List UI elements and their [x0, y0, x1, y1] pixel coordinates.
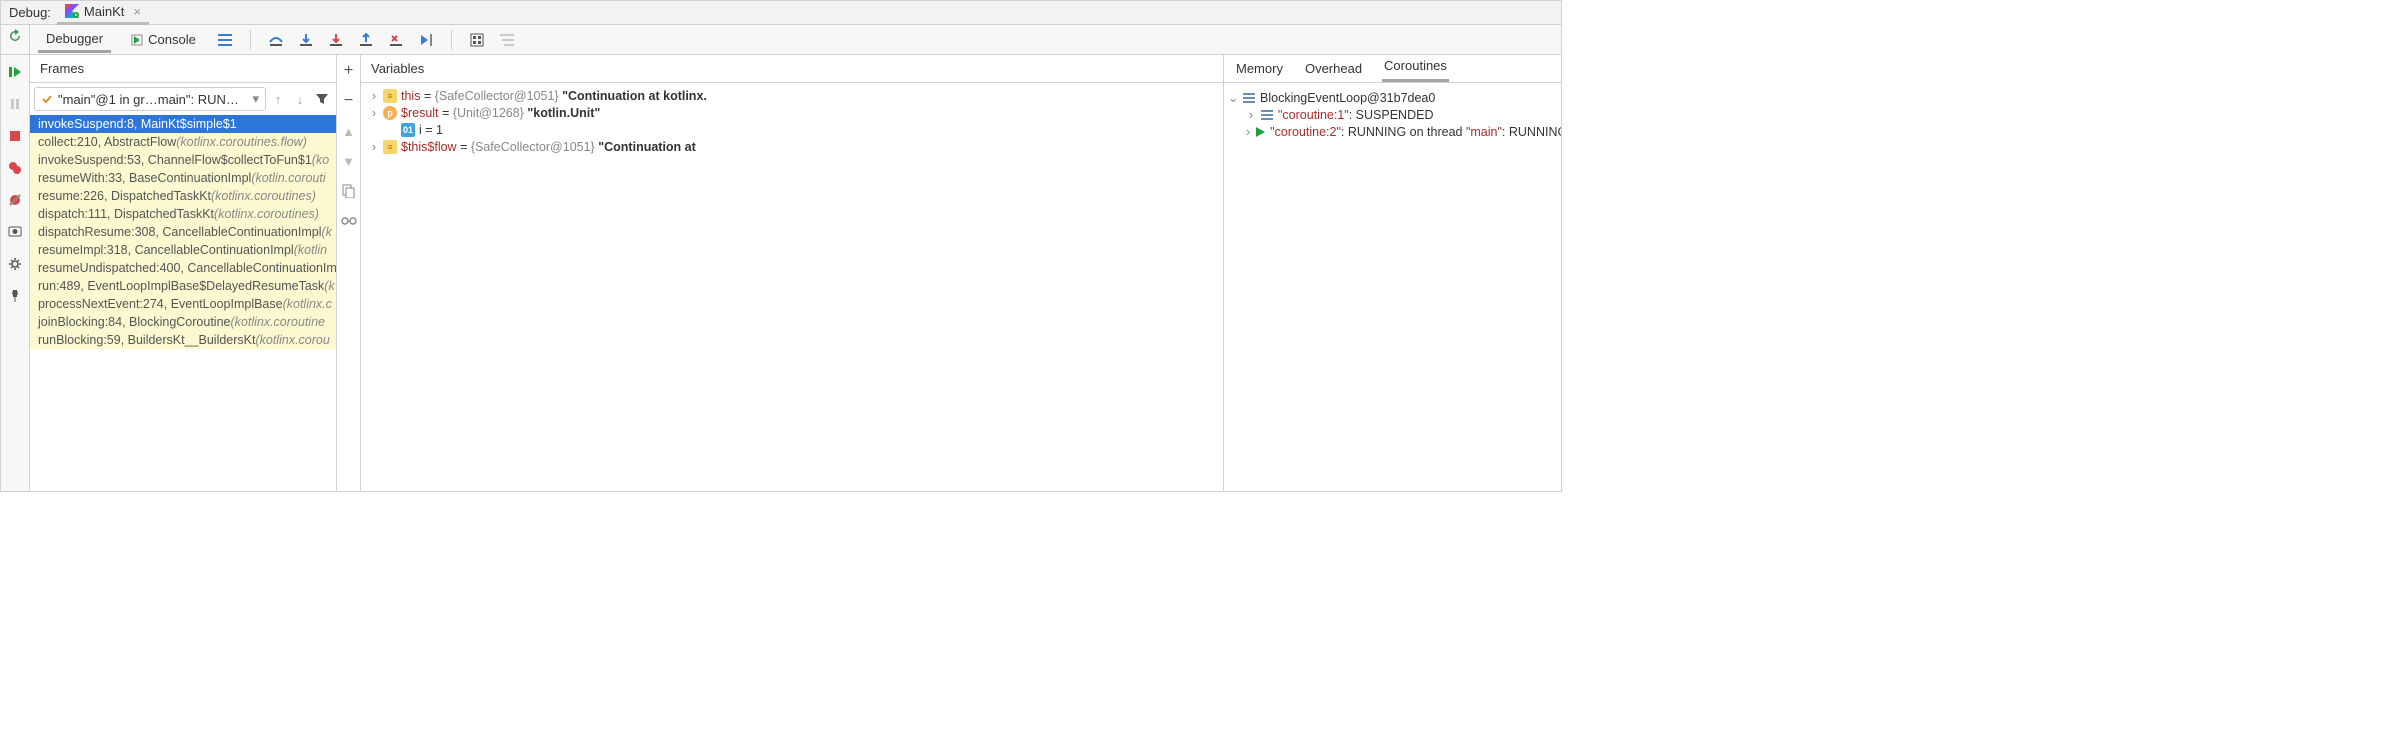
- variables-tree[interactable]: ›≡this = {SafeCollector@1051} "Continuat…: [361, 83, 1223, 491]
- session-toolbar: [1, 55, 30, 491]
- debug-label: Debug:: [9, 5, 51, 20]
- frames-controls: "main"@1 in gr…main": RUNNING ▾ ↑ ↓: [30, 83, 336, 115]
- frame-row[interactable]: dispatch:111, DispatchedTaskKt (kotlinx.…: [30, 205, 336, 223]
- stack-icon: [1260, 108, 1274, 122]
- run-config-name: MainKt: [84, 4, 124, 19]
- variable-row[interactable]: ›≡$this$flow = {SafeCollector@1051} "Con…: [369, 138, 1215, 155]
- frame-row[interactable]: invokeSuspend:53, ChannelFlow$collectToF…: [30, 151, 336, 169]
- frame-row[interactable]: runBlocking:59, BuildersKt__BuildersKt (…: [30, 331, 336, 349]
- coroutine-root[interactable]: ⌄ BlockingEventLoop@31b7dea0: [1228, 89, 1557, 106]
- obj-icon: ≡: [383, 140, 397, 154]
- kotlin-icon: [65, 4, 79, 18]
- main-area: Frames "main"@1 in gr…main": RUNNING ▾ ↑…: [1, 55, 1561, 491]
- pin-icon[interactable]: [6, 287, 24, 305]
- up-icon[interactable]: ▲: [339, 121, 359, 141]
- variables-header: Variables: [361, 55, 1223, 83]
- tab-console[interactable]: Console: [123, 28, 204, 51]
- right-panel: Memory Overhead Coroutines ⌄ BlockingEve…: [1224, 55, 1561, 491]
- down-icon[interactable]: ▼: [339, 151, 359, 171]
- frames-panel: Frames "main"@1 in gr…main": RUNNING ▾ ↑…: [30, 55, 337, 491]
- pause-icon[interactable]: [6, 95, 24, 113]
- threads-icon[interactable]: [216, 31, 234, 49]
- expand-icon[interactable]: ›: [1246, 108, 1256, 122]
- chevron-down-icon: ▾: [252, 91, 259, 107]
- right-tabs: Memory Overhead Coroutines: [1224, 55, 1561, 83]
- rerun-gutter: [1, 25, 30, 54]
- variable-row[interactable]: 01i = 1: [369, 121, 1215, 138]
- frame-row[interactable]: resumeImpl:318, CancellableContinuationI…: [30, 241, 336, 259]
- rerun-icon[interactable]: [6, 27, 24, 45]
- thread-selector[interactable]: "main"@1 in gr…main": RUNNING ▾: [34, 87, 266, 111]
- force-step-into-icon[interactable]: [327, 31, 345, 49]
- frame-row[interactable]: resumeUndispatched:400, CancellableConti…: [30, 259, 336, 277]
- next-frame-icon[interactable]: ↓: [290, 89, 310, 109]
- copy-icon[interactable]: [339, 181, 359, 201]
- step-out-icon[interactable]: [357, 31, 375, 49]
- prev-frame-icon[interactable]: ↑: [268, 89, 288, 109]
- coroutines-tree[interactable]: ⌄ BlockingEventLoop@31b7dea0 ›"coroutine…: [1224, 83, 1561, 491]
- debugger-tabs: Debugger Console: [30, 25, 516, 54]
- step-over-icon[interactable]: [267, 31, 285, 49]
- step-into-icon[interactable]: [297, 31, 315, 49]
- filter-icon[interactable]: [312, 89, 332, 109]
- variables-panel: Variables ›≡this = {SafeCollector@1051} …: [361, 55, 1224, 491]
- debug-header: Debug: MainKt ×: [1, 1, 1561, 25]
- evaluate-icon[interactable]: [468, 31, 486, 49]
- expand-icon[interactable]: ›: [369, 89, 379, 103]
- coroutine-item[interactable]: ›"coroutine:1": SUSPENDED: [1228, 106, 1557, 123]
- glasses-icon[interactable]: [339, 211, 359, 231]
- thread-dump-icon[interactable]: [6, 223, 24, 241]
- frames-list[interactable]: invokeSuspend:8, MainKt$simple$1collect:…: [30, 115, 336, 491]
- view-breakpoints-icon[interactable]: [6, 159, 24, 177]
- obj-icon: ≡: [383, 89, 397, 103]
- variable-row[interactable]: ›≡this = {SafeCollector@1051} "Continuat…: [369, 87, 1215, 104]
- tab-coroutines[interactable]: Coroutines: [1382, 54, 1449, 82]
- tab-memory[interactable]: Memory: [1234, 57, 1285, 82]
- frame-row[interactable]: run:489, EventLoopImplBase$DelayedResume…: [30, 277, 336, 295]
- expand-icon[interactable]: ›: [1246, 125, 1250, 139]
- add-watch-icon[interactable]: +: [339, 61, 359, 81]
- frame-row[interactable]: joinBlocking:84, BlockingCoroutine (kotl…: [30, 313, 336, 331]
- prim-icon: p: [383, 106, 397, 120]
- close-icon[interactable]: ×: [133, 4, 141, 19]
- expand-icon[interactable]: ⌄: [1228, 90, 1238, 105]
- frame-row[interactable]: resumeWith:33, BaseContinuationImpl (kot…: [30, 169, 336, 187]
- expand-icon[interactable]: ›: [369, 140, 379, 154]
- frame-row[interactable]: dispatchResume:308, CancellableContinuat…: [30, 223, 336, 241]
- coroutine-item[interactable]: ›"coroutine:2": RUNNING on thread "main"…: [1228, 123, 1557, 140]
- debugger-toolbar: Debugger Console: [1, 25, 1561, 55]
- mute-breakpoints-icon[interactable]: [6, 191, 24, 209]
- run-to-cursor-icon[interactable]: [417, 31, 435, 49]
- tab-overhead[interactable]: Overhead: [1303, 57, 1364, 82]
- resume-icon[interactable]: [6, 63, 24, 81]
- stack-icon: [1242, 91, 1256, 105]
- tab-debugger[interactable]: Debugger: [38, 27, 111, 53]
- frame-row[interactable]: invokeSuspend:8, MainKt$simple$1: [30, 115, 336, 133]
- settings-icon[interactable]: [6, 255, 24, 273]
- stop-icon[interactable]: [6, 127, 24, 145]
- console-icon: [131, 34, 143, 46]
- variables-toolbar: + − ▲ ▼: [337, 55, 361, 491]
- frame-row[interactable]: processNextEvent:274, EventLoopImplBase …: [30, 295, 336, 313]
- remove-watch-icon[interactable]: −: [339, 91, 359, 111]
- debug-tool-window: Debug: MainKt × Debugger Console: [0, 0, 1562, 492]
- frames-header: Frames: [30, 55, 336, 83]
- check-icon: [41, 93, 53, 105]
- expand-icon[interactable]: ›: [369, 106, 379, 120]
- play-icon: [1254, 125, 1266, 139]
- run-config-tab[interactable]: MainKt ×: [57, 1, 149, 25]
- frame-row[interactable]: resume:226, DispatchedTaskKt (kotlinx.co…: [30, 187, 336, 205]
- trace-icon[interactable]: [498, 31, 516, 49]
- variable-row[interactable]: ›p$result = {Unit@1268} "kotlin.Unit": [369, 104, 1215, 121]
- drop-frame-icon[interactable]: [387, 31, 405, 49]
- frame-row[interactable]: collect:210, AbstractFlow (kotlinx.corou…: [30, 133, 336, 151]
- int-icon: 01: [401, 123, 415, 137]
